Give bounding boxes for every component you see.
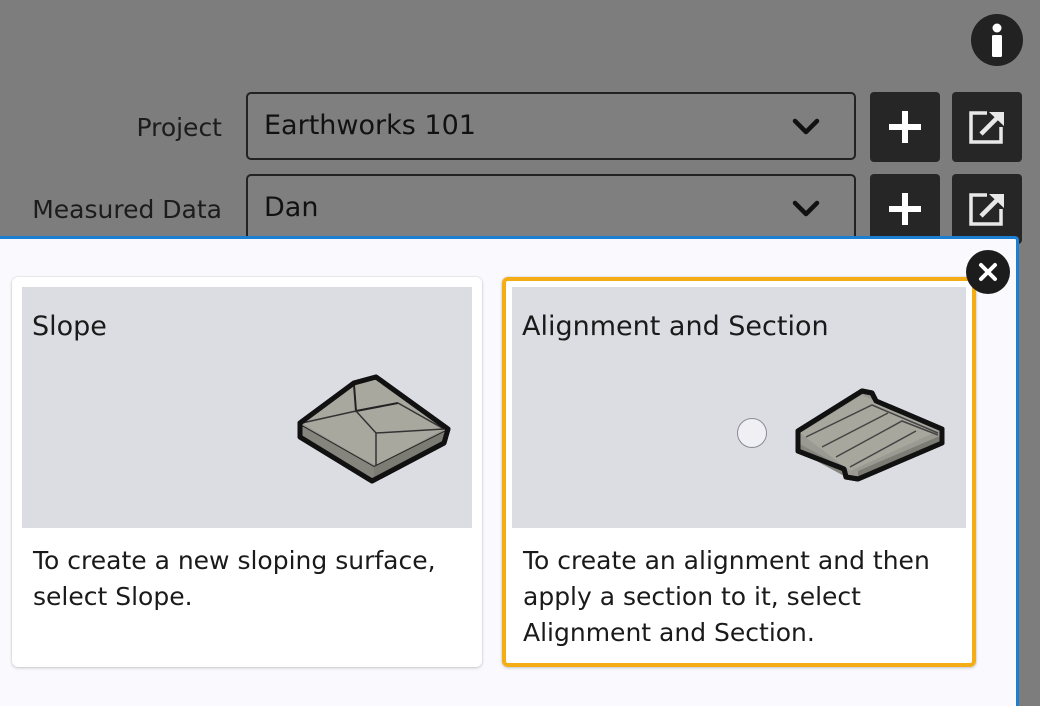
chevron-down-icon <box>792 200 820 217</box>
add-measured-data-button[interactable] <box>870 174 940 244</box>
project-select-value: Earthworks 101 <box>264 110 476 141</box>
project-row: Project Earthworks 101 <box>0 92 1040 164</box>
measured-data-select-value: Dan <box>264 192 319 223</box>
alignment-section-card-description: To create an alignment and then apply a … <box>523 546 930 647</box>
add-project-button[interactable] <box>870 92 940 162</box>
alignment-section-icon <box>795 388 945 482</box>
info-icon <box>992 23 1002 57</box>
slope-surface-icon <box>297 374 451 484</box>
close-dialog-button[interactable] <box>966 250 1010 294</box>
plus-icon <box>889 111 921 143</box>
measured-data-select[interactable]: Dan <box>246 174 856 242</box>
plus-icon <box>889 193 921 225</box>
chevron-down-icon <box>792 118 820 135</box>
alignment-section-card-title: Alignment and Section <box>522 311 829 342</box>
open-external-icon <box>969 111 1004 144</box>
alignment-section-image-panel: Alignment and Section <box>512 287 966 528</box>
open-project-button[interactable] <box>952 92 1022 162</box>
alignment-section-option-card[interactable]: Alignment and Section To create an align… <box>502 277 976 667</box>
slope-card-description: To create a new sloping surface, select … <box>33 546 436 611</box>
slope-card-title: Slope <box>32 311 107 342</box>
touch-indicator <box>737 418 767 448</box>
open-measured-data-button[interactable] <box>952 174 1022 244</box>
project-select[interactable]: Earthworks 101 <box>246 92 856 160</box>
slope-option-card[interactable]: Slope To create a new sloping surface, s… <box>12 277 482 667</box>
open-external-icon <box>969 193 1004 226</box>
close-icon <box>979 263 997 281</box>
project-label: Project <box>136 113 222 142</box>
slope-image-panel: Slope <box>22 287 472 528</box>
info-button[interactable] <box>971 14 1023 66</box>
